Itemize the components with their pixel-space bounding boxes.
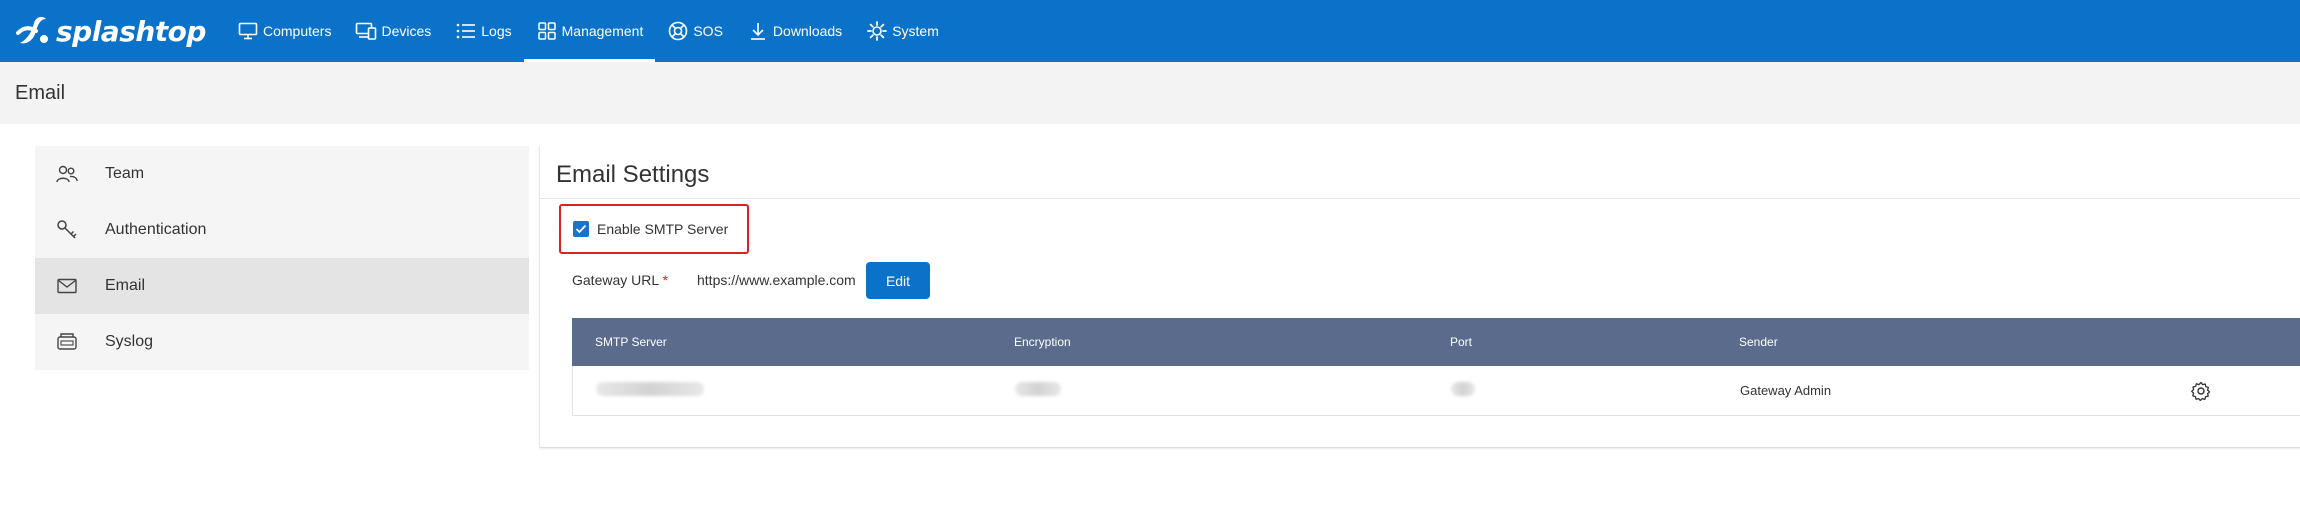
sidebar-item-label: Email (105, 277, 146, 294)
list-icon (455, 20, 477, 42)
sidebar-item-authentication[interactable]: Authentication (35, 202, 529, 258)
sidebar-item-label: Authentication (105, 221, 207, 238)
gateway-url-label-text: Gateway URL (572, 272, 659, 288)
log-icon (55, 330, 79, 354)
nav-item-logs[interactable]: Logs (443, 0, 523, 62)
column-header-sender[interactable]: Sender (1739, 335, 1778, 349)
column-header-smtp-server[interactable]: SMTP Server (595, 335, 667, 349)
smtp-table: SMTP Server Encryption Port Sender Gatew… (572, 318, 2300, 416)
sidebar-item-email[interactable]: Email (35, 258, 529, 314)
team-icon (55, 162, 79, 186)
splashtop-logo[interactable]: splashtop (14, 10, 206, 52)
monitor-icon (237, 20, 259, 42)
sender-cell: Gateway Admin (1740, 383, 1832, 398)
gateway-url-label: Gateway URL * (572, 272, 668, 288)
table-row: Gateway Admin (572, 366, 2300, 416)
smtp-enable-highlight: Enable SMTP Server (559, 204, 749, 254)
nav-item-label: Computers (263, 23, 332, 39)
email-settings-panel: Email Settings Enable SMTP Server Gatewa… (539, 146, 2300, 448)
required-marker: * (662, 272, 668, 288)
column-header-port[interactable]: Port (1450, 335, 1472, 349)
main-nav: Computers Devices Logs Management SOS Do… (225, 0, 951, 62)
mail-icon (55, 274, 79, 298)
splashtop-logo-mark (16, 16, 48, 44)
gateway-url-value: https://www.example.com (697, 272, 856, 288)
download-icon (747, 20, 769, 42)
panel-divider (540, 198, 2300, 199)
sos-icon (667, 20, 689, 42)
row-settings-gear-icon[interactable] (2191, 381, 2211, 401)
top-navbar: splashtop Computers Devices Logs Managem… (0, 0, 2300, 62)
nav-item-sos[interactable]: SOS (655, 0, 735, 62)
nav-item-system[interactable]: System (854, 0, 951, 62)
nav-item-label: SOS (693, 23, 723, 39)
smtp-server-cell-redacted (596, 382, 704, 399)
settings-sidebar: Team Authentication Email Syslog (35, 146, 529, 370)
page-title: Email (15, 82, 66, 104)
port-cell-redacted (1451, 382, 1475, 399)
sidebar-item-label: Syslog (105, 333, 154, 350)
nav-item-label: Management (561, 23, 644, 39)
nav-item-label: Logs (481, 23, 512, 39)
nav-item-downloads[interactable]: Downloads (735, 0, 854, 62)
edit-gateway-button[interactable]: Edit (866, 262, 930, 299)
splashtop-logo-text: splashtop (56, 14, 206, 48)
gear-icon (866, 20, 888, 42)
enable-smtp-checkbox[interactable] (573, 221, 589, 237)
nav-item-label: System (892, 23, 939, 39)
key-icon (55, 218, 79, 242)
page-header: Email (0, 62, 2300, 124)
grid-icon (536, 20, 558, 42)
sidebar-item-syslog[interactable]: Syslog (35, 314, 529, 370)
nav-item-computers[interactable]: Computers (225, 0, 343, 62)
table-header: SMTP Server Encryption Port Sender (572, 318, 2300, 366)
panel-title: Email Settings (556, 161, 710, 188)
nav-item-label: Downloads (772, 23, 843, 39)
encryption-cell-redacted (1015, 382, 1061, 399)
column-header-encryption[interactable]: Encryption (1014, 335, 1071, 349)
sidebar-item-team[interactable]: Team (35, 146, 529, 202)
nav-item-management[interactable]: Management (523, 0, 656, 62)
nav-item-devices[interactable]: Devices (343, 0, 443, 62)
sidebar-item-label: Team (105, 165, 145, 182)
enable-smtp-label[interactable]: Enable SMTP Server (597, 221, 728, 237)
check-icon (575, 224, 587, 234)
nav-item-label: Devices (381, 23, 432, 39)
devices-icon (355, 20, 377, 42)
